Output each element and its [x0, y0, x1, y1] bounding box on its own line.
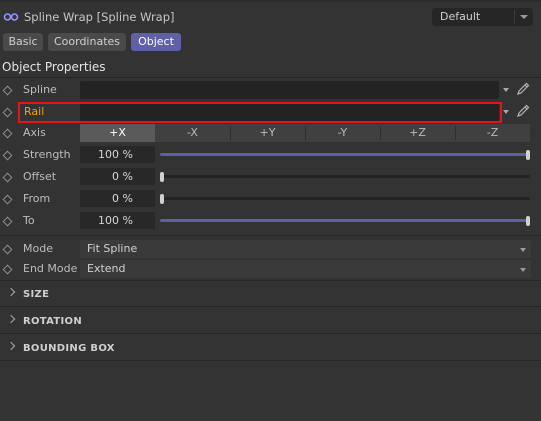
- strength-label: Strength: [23, 148, 71, 161]
- spline-link-field[interactable]: [80, 81, 499, 99]
- from-label: From: [23, 192, 51, 205]
- chevron-down-icon: [520, 248, 526, 252]
- group-size-label: SIZE: [23, 289, 50, 300]
- spline-wrap-icon: [3, 13, 19, 21]
- keyframe-icon[interactable]: [2, 85, 13, 96]
- group-rotation-label: ROTATION: [23, 316, 83, 327]
- strength-slider-handle[interactable]: [526, 150, 530, 160]
- eyedropper-icon[interactable]: [516, 104, 530, 118]
- offset-input[interactable]: 0 %: [80, 168, 155, 185]
- offset-label: Offset: [23, 170, 57, 183]
- keyframe-icon[interactable]: [2, 194, 13, 205]
- from-input[interactable]: 0 %: [80, 190, 155, 207]
- preset-value: Default: [440, 10, 481, 23]
- axis-option-pos-z[interactable]: +Z: [380, 124, 455, 142]
- to-slider-handle[interactable]: [526, 216, 530, 226]
- tab-object[interactable]: Object: [131, 33, 181, 51]
- to-slider-fill: [160, 219, 530, 222]
- object-title: Spline Wrap [Spline Wrap]: [24, 10, 175, 24]
- chevron-down-icon[interactable]: [503, 88, 509, 92]
- to-input[interactable]: 100 %: [80, 212, 155, 229]
- offset-slider-track[interactable]: [160, 175, 530, 178]
- rail-highlight-box: [18, 102, 502, 123]
- row-divider: [0, 235, 541, 236]
- top-border: [0, 0, 541, 2]
- mode-label: Mode: [23, 242, 53, 255]
- tab-basic[interactable]: Basic: [3, 33, 43, 51]
- keyframe-icon[interactable]: [2, 128, 13, 139]
- axis-separator: [380, 126, 381, 140]
- section-divider: [0, 77, 541, 78]
- tab-coordinates[interactable]: Coordinates: [48, 33, 126, 51]
- strength-input[interactable]: 100 %: [80, 146, 155, 163]
- keyframe-icon[interactable]: [2, 107, 13, 118]
- keyframe-icon[interactable]: [2, 150, 13, 161]
- mode-value: Fit Spline: [87, 242, 138, 255]
- keyframe-icon[interactable]: [2, 172, 13, 183]
- chevron-down-icon: [520, 268, 526, 272]
- preset-separator: [514, 10, 515, 24]
- keyframe-icon[interactable]: [2, 244, 13, 255]
- axis-option-neg-x[interactable]: -X: [155, 124, 230, 142]
- end-mode-label: End Mode: [23, 262, 78, 275]
- axis-option-neg-z[interactable]: -Z: [455, 124, 530, 142]
- row-divider: [0, 360, 541, 361]
- group-bounding-box-label: BOUNDING BOX: [23, 343, 115, 354]
- axis-label: Axis: [23, 126, 46, 139]
- axis-option-neg-y[interactable]: -Y: [305, 124, 380, 142]
- strength-slider-fill: [160, 153, 530, 156]
- axis-separator: [305, 126, 306, 140]
- end-mode-dropdown[interactable]: Extend: [80, 260, 531, 278]
- end-mode-value: Extend: [87, 262, 126, 275]
- chevron-down-icon[interactable]: [503, 110, 509, 114]
- rail-label: Rail: [24, 105, 45, 118]
- from-slider-handle[interactable]: [160, 194, 164, 204]
- eyedropper-icon[interactable]: [516, 82, 530, 96]
- preset-dropdown[interactable]: Default: [432, 8, 533, 26]
- offset-slider-handle[interactable]: [160, 172, 164, 182]
- axis-separator: [455, 126, 456, 140]
- group-size[interactable]: [0, 281, 541, 308]
- axis-option-pos-y[interactable]: +Y: [230, 124, 305, 142]
- axis-option-pos-x[interactable]: +X: [80, 124, 155, 142]
- chevron-down-icon: [520, 15, 528, 19]
- keyframe-icon[interactable]: [2, 264, 13, 275]
- section-title: Object Properties: [2, 60, 106, 74]
- axis-separator: [230, 126, 231, 140]
- mode-dropdown[interactable]: Fit Spline: [80, 240, 531, 258]
- keyframe-icon[interactable]: [2, 216, 13, 227]
- from-slider-track[interactable]: [160, 197, 530, 200]
- spline-label: Spline: [23, 83, 57, 96]
- to-label: To: [23, 214, 35, 227]
